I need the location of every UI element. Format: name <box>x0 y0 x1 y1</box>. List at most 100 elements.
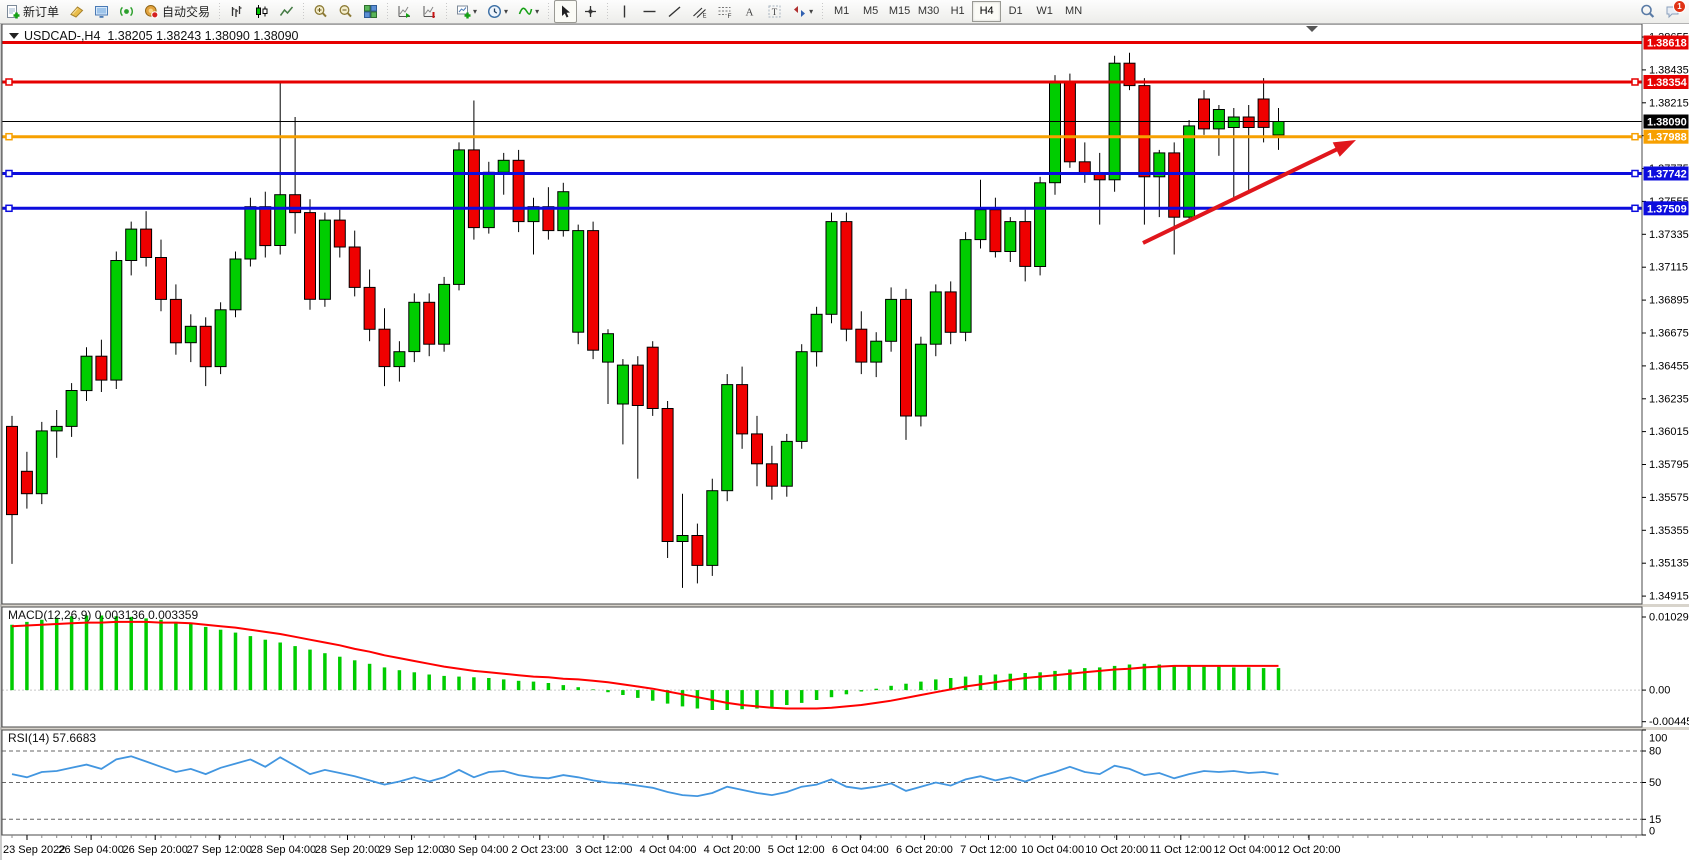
toolbar-separator <box>820 3 825 21</box>
svg-text:3 Oct 12:00: 3 Oct 12:00 <box>575 844 632 856</box>
svg-text:1.36675: 1.36675 <box>1649 328 1689 340</box>
toolbar-group: ▾ ▾ ▾ <box>451 0 544 23</box>
new-chart-icon <box>456 4 471 19</box>
auto-scroll-button[interactable] <box>393 0 416 23</box>
svg-text:1.36015: 1.36015 <box>1649 426 1689 438</box>
svg-text:E: E <box>703 14 707 20</box>
market-watch-button[interactable] <box>90 0 113 23</box>
timeframe-h4-button[interactable]: H4 <box>972 1 1001 22</box>
line-handle <box>6 134 12 140</box>
svg-text:100: 100 <box>1649 733 1667 745</box>
cursor-button[interactable] <box>554 0 577 23</box>
svg-text:28 Sep 04:00: 28 Sep 04:00 <box>251 844 316 856</box>
signals-button[interactable] <box>115 0 138 23</box>
svg-text:5 Oct 12:00: 5 Oct 12:00 <box>768 844 825 856</box>
new-order-button[interactable]: 新订单 <box>1 0 63 23</box>
svg-text:30 Sep 04:00: 30 Sep 04:00 <box>443 844 508 856</box>
tile-windows-button[interactable] <box>359 0 382 23</box>
new-chart-button[interactable]: ▾ <box>452 0 481 23</box>
timeframe-m30-button[interactable]: M30 <box>914 1 943 22</box>
channel-button[interactable]: E <box>688 0 711 23</box>
notifications-button[interactable]: 1 <box>1661 0 1684 23</box>
text-button[interactable]: A <box>738 0 761 23</box>
svg-text:1.35135: 1.35135 <box>1649 558 1689 570</box>
svg-text:1.38215: 1.38215 <box>1649 97 1689 109</box>
svg-text:1.38354: 1.38354 <box>1647 77 1688 89</box>
candle-chart-icon <box>254 4 269 19</box>
candle-chart-button[interactable] <box>250 0 273 23</box>
svg-text:1.38618: 1.38618 <box>1647 38 1687 50</box>
chevron-down-icon: ▾ <box>504 7 508 16</box>
text-label-button[interactable]: T <box>763 0 786 23</box>
price-badge: 1.37988 <box>1644 130 1689 144</box>
svg-text:6 Oct 04:00: 6 Oct 04:00 <box>832 844 889 856</box>
chevron-down-icon: ▾ <box>473 7 477 16</box>
svg-text:23 Sep 2022: 23 Sep 2022 <box>3 844 65 856</box>
svg-text:1.35575: 1.35575 <box>1649 492 1689 504</box>
toolbar-group <box>224 0 299 23</box>
clock-icon <box>487 4 502 19</box>
search-button[interactable] <box>1636 0 1659 23</box>
svg-text:1.37742: 1.37742 <box>1647 169 1687 181</box>
timeframe-m15-button[interactable]: M15 <box>885 1 914 22</box>
timeframe-h1-button[interactable]: H1 <box>943 1 972 22</box>
svg-text:6 Oct 20:00: 6 Oct 20:00 <box>896 844 953 856</box>
timeframe-group: M1M5M15M30H1H4D1W1MN <box>827 0 1088 23</box>
timeframe-m1-button[interactable]: M1 <box>827 1 856 22</box>
zoom-out-button[interactable] <box>334 0 357 23</box>
line-chart-icon <box>279 4 294 19</box>
svg-text:1.37988: 1.37988 <box>1647 132 1687 144</box>
chevron-down-icon: ▾ <box>535 7 539 16</box>
line-chart-button[interactable] <box>275 0 298 23</box>
toolbar-group <box>553 0 603 23</box>
svg-text:15: 15 <box>1649 814 1661 826</box>
trend-icon <box>667 4 682 19</box>
line-handle <box>6 205 12 211</box>
chart-window[interactable]: USDCAD-,H4 1.38205 1.38243 1.38090 1.380… <box>0 0 1689 860</box>
doc-plus-icon <box>5 4 20 19</box>
toolbar-group: E FAT ▾ <box>612 0 818 23</box>
zoom-out-icon <box>338 4 353 19</box>
crosshair-button[interactable] <box>579 0 602 23</box>
auto-trading-button[interactable]: 自动交易 <box>140 0 214 23</box>
chart-title: USDCAD-,H4 1.38205 1.38243 1.38090 1.380… <box>9 29 299 43</box>
auto-scroll-icon <box>397 4 412 19</box>
svg-text:1.36235: 1.36235 <box>1649 393 1689 405</box>
line-handle <box>1632 205 1638 211</box>
horizontal-line-button[interactable] <box>638 0 661 23</box>
bar-chart-icon <box>229 4 244 19</box>
fibonacci-button[interactable]: F <box>713 0 736 23</box>
svg-text:10 Oct 04:00: 10 Oct 04:00 <box>1021 844 1084 856</box>
arrows-button[interactable]: ▾ <box>788 0 817 23</box>
price-badge: 1.37509 <box>1644 201 1689 215</box>
svg-text:26 Sep 04:00: 26 Sep 04:00 <box>58 844 123 856</box>
period-button[interactable]: ▾ <box>483 0 512 23</box>
trendline-button[interactable] <box>663 0 686 23</box>
text-t-icon: T <box>767 4 782 19</box>
toolbar-group <box>308 0 383 23</box>
svg-text:29 Sep 12:00: 29 Sep 12:00 <box>379 844 444 856</box>
indicators-button[interactable]: ▾ <box>514 0 543 23</box>
timeframe-d1-button[interactable]: D1 <box>1001 1 1030 22</box>
svg-text:1.35795: 1.35795 <box>1649 459 1689 471</box>
toolbar-separator <box>546 3 551 21</box>
symbol-label: USDCAD-,H4 1.38205 1.38243 1.38090 1.380… <box>24 29 299 43</box>
zoom-in-button[interactable] <box>309 0 332 23</box>
svg-text:4 Oct 04:00: 4 Oct 04:00 <box>640 844 697 856</box>
timeframe-w1-button[interactable]: W1 <box>1030 1 1059 22</box>
svg-text:1.37509: 1.37509 <box>1647 203 1687 215</box>
svg-text:F: F <box>728 13 732 19</box>
toolbar-group <box>392 0 442 23</box>
toolbar-separator <box>605 3 610 21</box>
gold-icon <box>69 4 84 19</box>
timeframe-mn-button[interactable]: MN <box>1059 1 1088 22</box>
chart-shift-button[interactable] <box>418 0 441 23</box>
svg-text:-0.004453: -0.004453 <box>1649 716 1689 728</box>
svg-text:1.36895: 1.36895 <box>1649 295 1689 307</box>
vertical-line-button[interactable] <box>613 0 636 23</box>
svg-text:80: 80 <box>1649 746 1661 758</box>
bar-chart-button[interactable] <box>225 0 248 23</box>
line-handle <box>1632 134 1638 140</box>
styler-button[interactable] <box>65 0 88 23</box>
timeframe-m5-button[interactable]: M5 <box>856 1 885 22</box>
